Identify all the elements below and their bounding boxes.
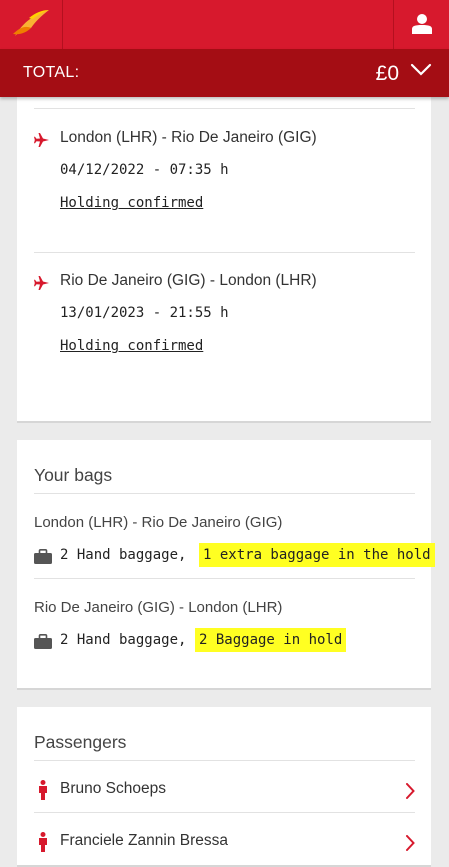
divider xyxy=(34,108,415,109)
top-bar xyxy=(0,0,449,49)
person-icon xyxy=(39,832,47,852)
hand-baggage-text: 2 Hand baggage, xyxy=(60,547,187,563)
chevron-right-icon[interactable] xyxy=(405,783,415,799)
flight-route: Rio De Janeiro (GIG) - London (LHR) xyxy=(60,272,317,289)
flight-item: Rio De Janeiro (GIG) - London (LHR) 13/0… xyxy=(34,272,414,362)
passengers-card: Passengers Bruno Schoeps Franciele Zanni… xyxy=(17,707,431,867)
divider xyxy=(34,812,415,813)
hold-baggage-highlight: 1 extra baggage in the hold xyxy=(199,543,435,567)
total-bar[interactable]: TOTAL: £0 xyxy=(0,49,449,97)
chevron-right-icon[interactable] xyxy=(405,835,415,851)
flight-route: London (LHR) - Rio De Janeiro (GIG) xyxy=(60,129,317,146)
flight-datetime: 13/01/2023 - 21:55 h xyxy=(60,305,229,321)
bag-route: Rio De Janeiro (GIG) - London (LHR) xyxy=(34,599,283,616)
user-account-button[interactable] xyxy=(393,0,449,49)
airline-logo-icon xyxy=(13,10,49,36)
total-label: TOTAL: xyxy=(23,64,80,81)
user-icon xyxy=(412,14,432,34)
bag-route: London (LHR) - Rio De Janeiro (GIG) xyxy=(34,514,283,531)
hold-baggage-highlight: 2 Baggage in hold xyxy=(195,628,347,652)
total-value: £0 xyxy=(375,62,399,85)
bags-title: Your bags xyxy=(34,465,113,485)
divider xyxy=(34,578,415,579)
bag-details: 2 Hand baggage, 1 extra baggage in the h… xyxy=(34,543,435,567)
divider xyxy=(34,252,415,253)
flight-datetime: 04/12/2022 - 07:35 h xyxy=(60,162,229,178)
person-icon xyxy=(39,780,47,800)
suitcase-icon xyxy=(34,634,52,649)
bag-details: 2 Hand baggage, 2 Baggage in hold xyxy=(34,628,414,652)
suitcase-icon xyxy=(34,549,52,564)
logo-button[interactable] xyxy=(0,0,63,49)
bags-card: Your bags London (LHR) - Rio De Janeiro … xyxy=(17,440,435,690)
passenger-row[interactable]: Bruno Schoeps xyxy=(34,775,415,805)
hand-baggage-text: 2 Hand baggage, xyxy=(60,632,187,648)
holding-status-link[interactable]: Holding confirmed xyxy=(60,195,203,211)
chevron-down-icon[interactable] xyxy=(410,63,432,77)
plane-icon xyxy=(34,133,49,147)
divider xyxy=(34,760,415,761)
divider xyxy=(34,493,415,494)
passenger-row[interactable]: Franciele Zannin Bressa xyxy=(34,827,415,857)
passenger-name: Bruno Schoeps xyxy=(60,780,166,797)
holding-status-link[interactable]: Holding confirmed xyxy=(60,338,203,354)
passengers-title: Passengers xyxy=(34,732,127,752)
flights-card: London (LHR) - Rio De Janeiro (GIG) 04/1… xyxy=(17,97,431,423)
flight-item: London (LHR) - Rio De Janeiro (GIG) 04/1… xyxy=(34,129,414,219)
plane-icon xyxy=(34,276,49,290)
passenger-name: Franciele Zannin Bressa xyxy=(60,832,228,849)
